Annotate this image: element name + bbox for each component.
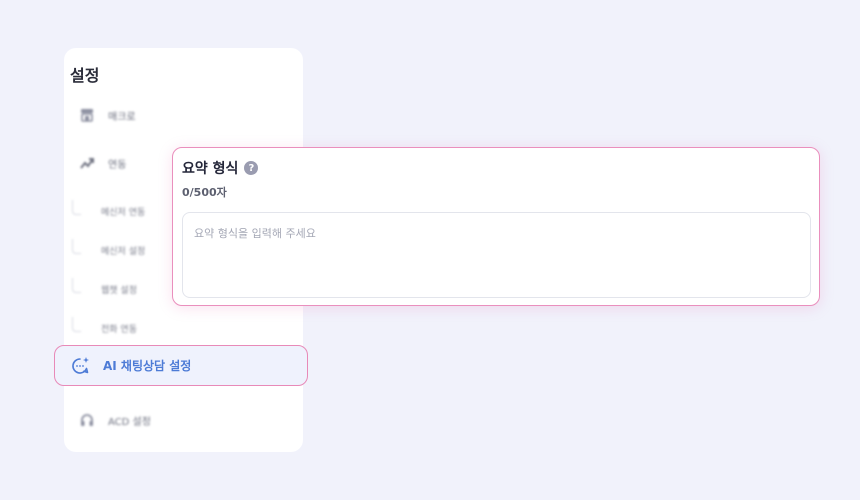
sidebar-item-ai-chat-settings[interactable]: AI 채팅상담 설정 [54,345,308,386]
ai-chat-icon [69,355,91,377]
sidebar-item-integration[interactable]: 연동 [78,154,126,172]
panel-title: 요약 형식 [182,161,239,177]
character-counter: 0/500자 [182,186,227,199]
summary-format-textarea[interactable] [182,212,811,298]
sidebar-item-macro[interactable]: 매크로 [78,106,136,124]
sidebar-item-acd-settings[interactable]: ACD 설정 [78,411,151,429]
panel-header: 요약 형식 ? [182,158,259,178]
sidebar-item-label: 매크로 [108,111,136,123]
sidebar-item-label: ACD 설정 [108,416,151,428]
help-icon[interactable]: ? [244,161,259,175]
sidebar-subitem-messenger-integration[interactable]: 메신저 연동 [72,200,145,218]
summary-format-panel: 요약 형식 ? 0/500자 [172,147,820,306]
store-icon [78,106,96,124]
sidebar-subitem-phone-integration[interactable]: 전화 연동 [72,317,137,335]
sidebar-item-label: AI 채팅상담 설정 [103,359,192,373]
sidebar-subitem-messenger-settings[interactable]: 메신저 설정 [72,239,145,257]
headset-icon [78,411,96,429]
sidebar-subitem-webchat-settings[interactable]: 웹챗 설정 [72,278,137,296]
trend-icon [78,154,96,172]
sidebar-item-label: 연동 [108,159,127,171]
